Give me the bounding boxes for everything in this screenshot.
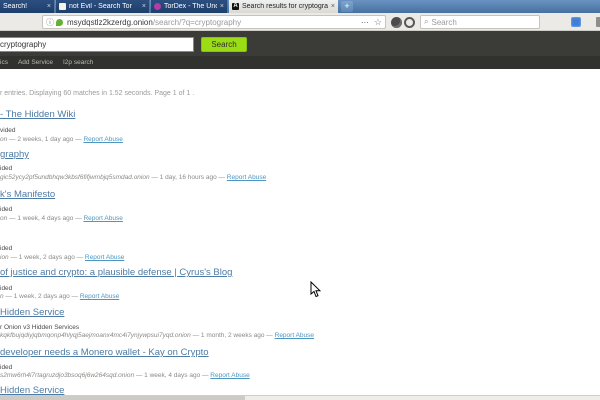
tab-close-icon[interactable]: ×: [142, 0, 146, 13]
notevil-favicon-icon: [59, 3, 66, 10]
result-description: vided: [0, 127, 16, 134]
result-age: — 1 week, 4 days ago —: [7, 215, 83, 222]
scrollbar-thumb[interactable]: [0, 396, 245, 400]
result-description: ided: [0, 206, 12, 213]
tab-close-icon[interactable]: ×: [220, 0, 224, 13]
tab-label: not Evil - Search Tor: [69, 3, 139, 10]
tab-close-icon[interactable]: ×: [331, 0, 335, 13]
nav-link-add-service[interactable]: Add Service: [18, 59, 53, 66]
result-age: — 1 week, 2 days ago —: [4, 293, 80, 300]
tab-1[interactable]: Search! ×: [0, 0, 55, 13]
tor-button-icon[interactable]: [391, 17, 402, 28]
extension-icon[interactable]: [571, 17, 581, 27]
search-magnifier-icon: ⌕: [424, 17, 428, 27]
nav-link-i2p-search[interactable]: I2p search: [63, 59, 93, 66]
report-abuse-link[interactable]: Report Abuse: [83, 136, 122, 143]
result-age: — 1 week, 2 days ago —: [9, 254, 85, 261]
result-description: ided: [0, 364, 12, 371]
clipped-toolbar-icon[interactable]: [596, 17, 600, 27]
report-abuse-link[interactable]: Report Abuse: [210, 372, 249, 379]
result-meta: on — 1 week, 4 days ago — Report Abuse: [0, 215, 123, 222]
result-description: r Onion v3 Hidden Services: [0, 324, 79, 331]
result-onion-url: s2mw6rh4i7rtagruzdjo3bsoq6j6w264sqd.onio…: [0, 372, 134, 379]
result-meta: on — 2 weeks, 1 day ago — Report Abuse: [0, 136, 123, 143]
result-age: — 1 week, 4 days ago —: [134, 372, 210, 379]
result-title-link[interactable]: developer needs a Monero wallet - Kay on…: [0, 347, 209, 358]
result-title-link[interactable]: of justice and crypto: a plausible defen…: [0, 267, 232, 278]
tab-close-icon[interactable]: ×: [47, 0, 51, 13]
tab-label: Search!: [3, 3, 44, 10]
page-actions-icon[interactable]: ⋯: [361, 18, 370, 27]
result-onion-url: gic52ycy2pf5undbhqw3kbsf6fifjwmbjq5smdad…: [0, 174, 150, 181]
site-search-input[interactable]: [0, 37, 194, 52]
report-abuse-link[interactable]: Report Abuse: [80, 293, 119, 300]
result-meta: gic52ycy2pf5undbhqw3kbsf6fifjwmbjq5smdad…: [0, 174, 266, 181]
result-age: — 2 weeks, 1 day ago —: [7, 136, 83, 143]
url-domain: msydqstlz2kzerdg.onion: [67, 18, 153, 27]
browser-window: Search! × not Evil - Search Tor × TorDex…: [0, 0, 600, 400]
site-search-header: Search: [0, 31, 600, 56]
tab-active-search-results[interactable]: A Search results for cryptography ×: [229, 0, 338, 13]
result-meta: ion — 1 week, 2 days ago — Report Abuse: [0, 254, 124, 261]
navigation-toolbar: ⓘ msydqstlz2kzerdg.onion /search/?q=cryp…: [0, 13, 600, 31]
result-description: ided: [0, 245, 12, 252]
bookmark-star-icon[interactable]: ☆: [374, 17, 382, 28]
site-nav-bar: ics Add Service I2p search: [0, 56, 600, 69]
result-onion-url: ion: [0, 254, 9, 261]
report-abuse-link[interactable]: Report Abuse: [227, 174, 266, 181]
tab-3[interactable]: TorDex - The Uncensored Tor Se ×: [151, 0, 228, 13]
results-stats-line: r entries. Displaying 60 matches in 1.52…: [0, 90, 194, 97]
result-meta: n — 1 week, 2 days ago — Report Abuse: [0, 293, 119, 300]
tab-bar: Search! × not Evil - Search Tor × TorDex…: [0, 0, 600, 13]
browser-search-input[interactable]: [431, 18, 521, 27]
tab-label: TorDex - The Uncensored Tor Se: [164, 3, 217, 10]
result-description: ided: [0, 165, 12, 172]
tordex-onion-favicon-icon: [154, 3, 161, 10]
result-age: — 1 month, 2 weeks ago —: [191, 332, 275, 339]
onion-security-icon[interactable]: [56, 19, 63, 26]
result-meta: s2mw6rh4i7rtagruzdjo3bsoq6j6w264sqd.onio…: [0, 372, 250, 379]
site-search-button[interactable]: Search: [201, 37, 247, 52]
result-meta: kqkfbujqdiyjqbmqonp4hlyqj5aejmoanx4mc4i7…: [0, 332, 314, 339]
onion-circuit-icon[interactable]: [404, 17, 415, 28]
report-abuse-link[interactable]: Report Abuse: [85, 254, 124, 261]
url-bar[interactable]: ⓘ msydqstlz2kzerdg.onion /search/?q=cryp…: [42, 15, 386, 29]
report-abuse-link[interactable]: Report Abuse: [275, 332, 314, 339]
new-tab-button[interactable]: +: [341, 1, 353, 12]
tab-2[interactable]: not Evil - Search Tor ×: [56, 0, 150, 13]
result-description: ided: [0, 285, 12, 292]
ahmia-favicon-icon: A: [232, 3, 239, 10]
result-title-link[interactable]: Hidden Service: [0, 307, 64, 318]
horizontal-scrollbar[interactable]: [0, 395, 600, 400]
result-title-link[interactable]: - The Hidden Wiki: [0, 109, 75, 120]
site-info-icon[interactable]: ⓘ: [46, 17, 54, 28]
url-path: /search/?q=cryptography: [153, 18, 241, 27]
nav-link-statistics[interactable]: ics: [0, 59, 8, 66]
result-title-link[interactable]: k's Manifesto: [0, 189, 55, 200]
report-abuse-link[interactable]: Report Abuse: [83, 215, 122, 222]
tab-label: Search results for cryptography: [242, 3, 328, 10]
mouse-cursor: [310, 281, 321, 298]
browser-search-box[interactable]: ⌕: [420, 15, 540, 29]
result-age: — 1 day, 16 hours ago —: [150, 174, 227, 181]
result-title-link[interactable]: graphy: [0, 149, 29, 160]
result-onion-url: kqkfbujqdiyjqbmqonp4hlyqj5aejmoanx4mc4i7…: [0, 332, 191, 339]
